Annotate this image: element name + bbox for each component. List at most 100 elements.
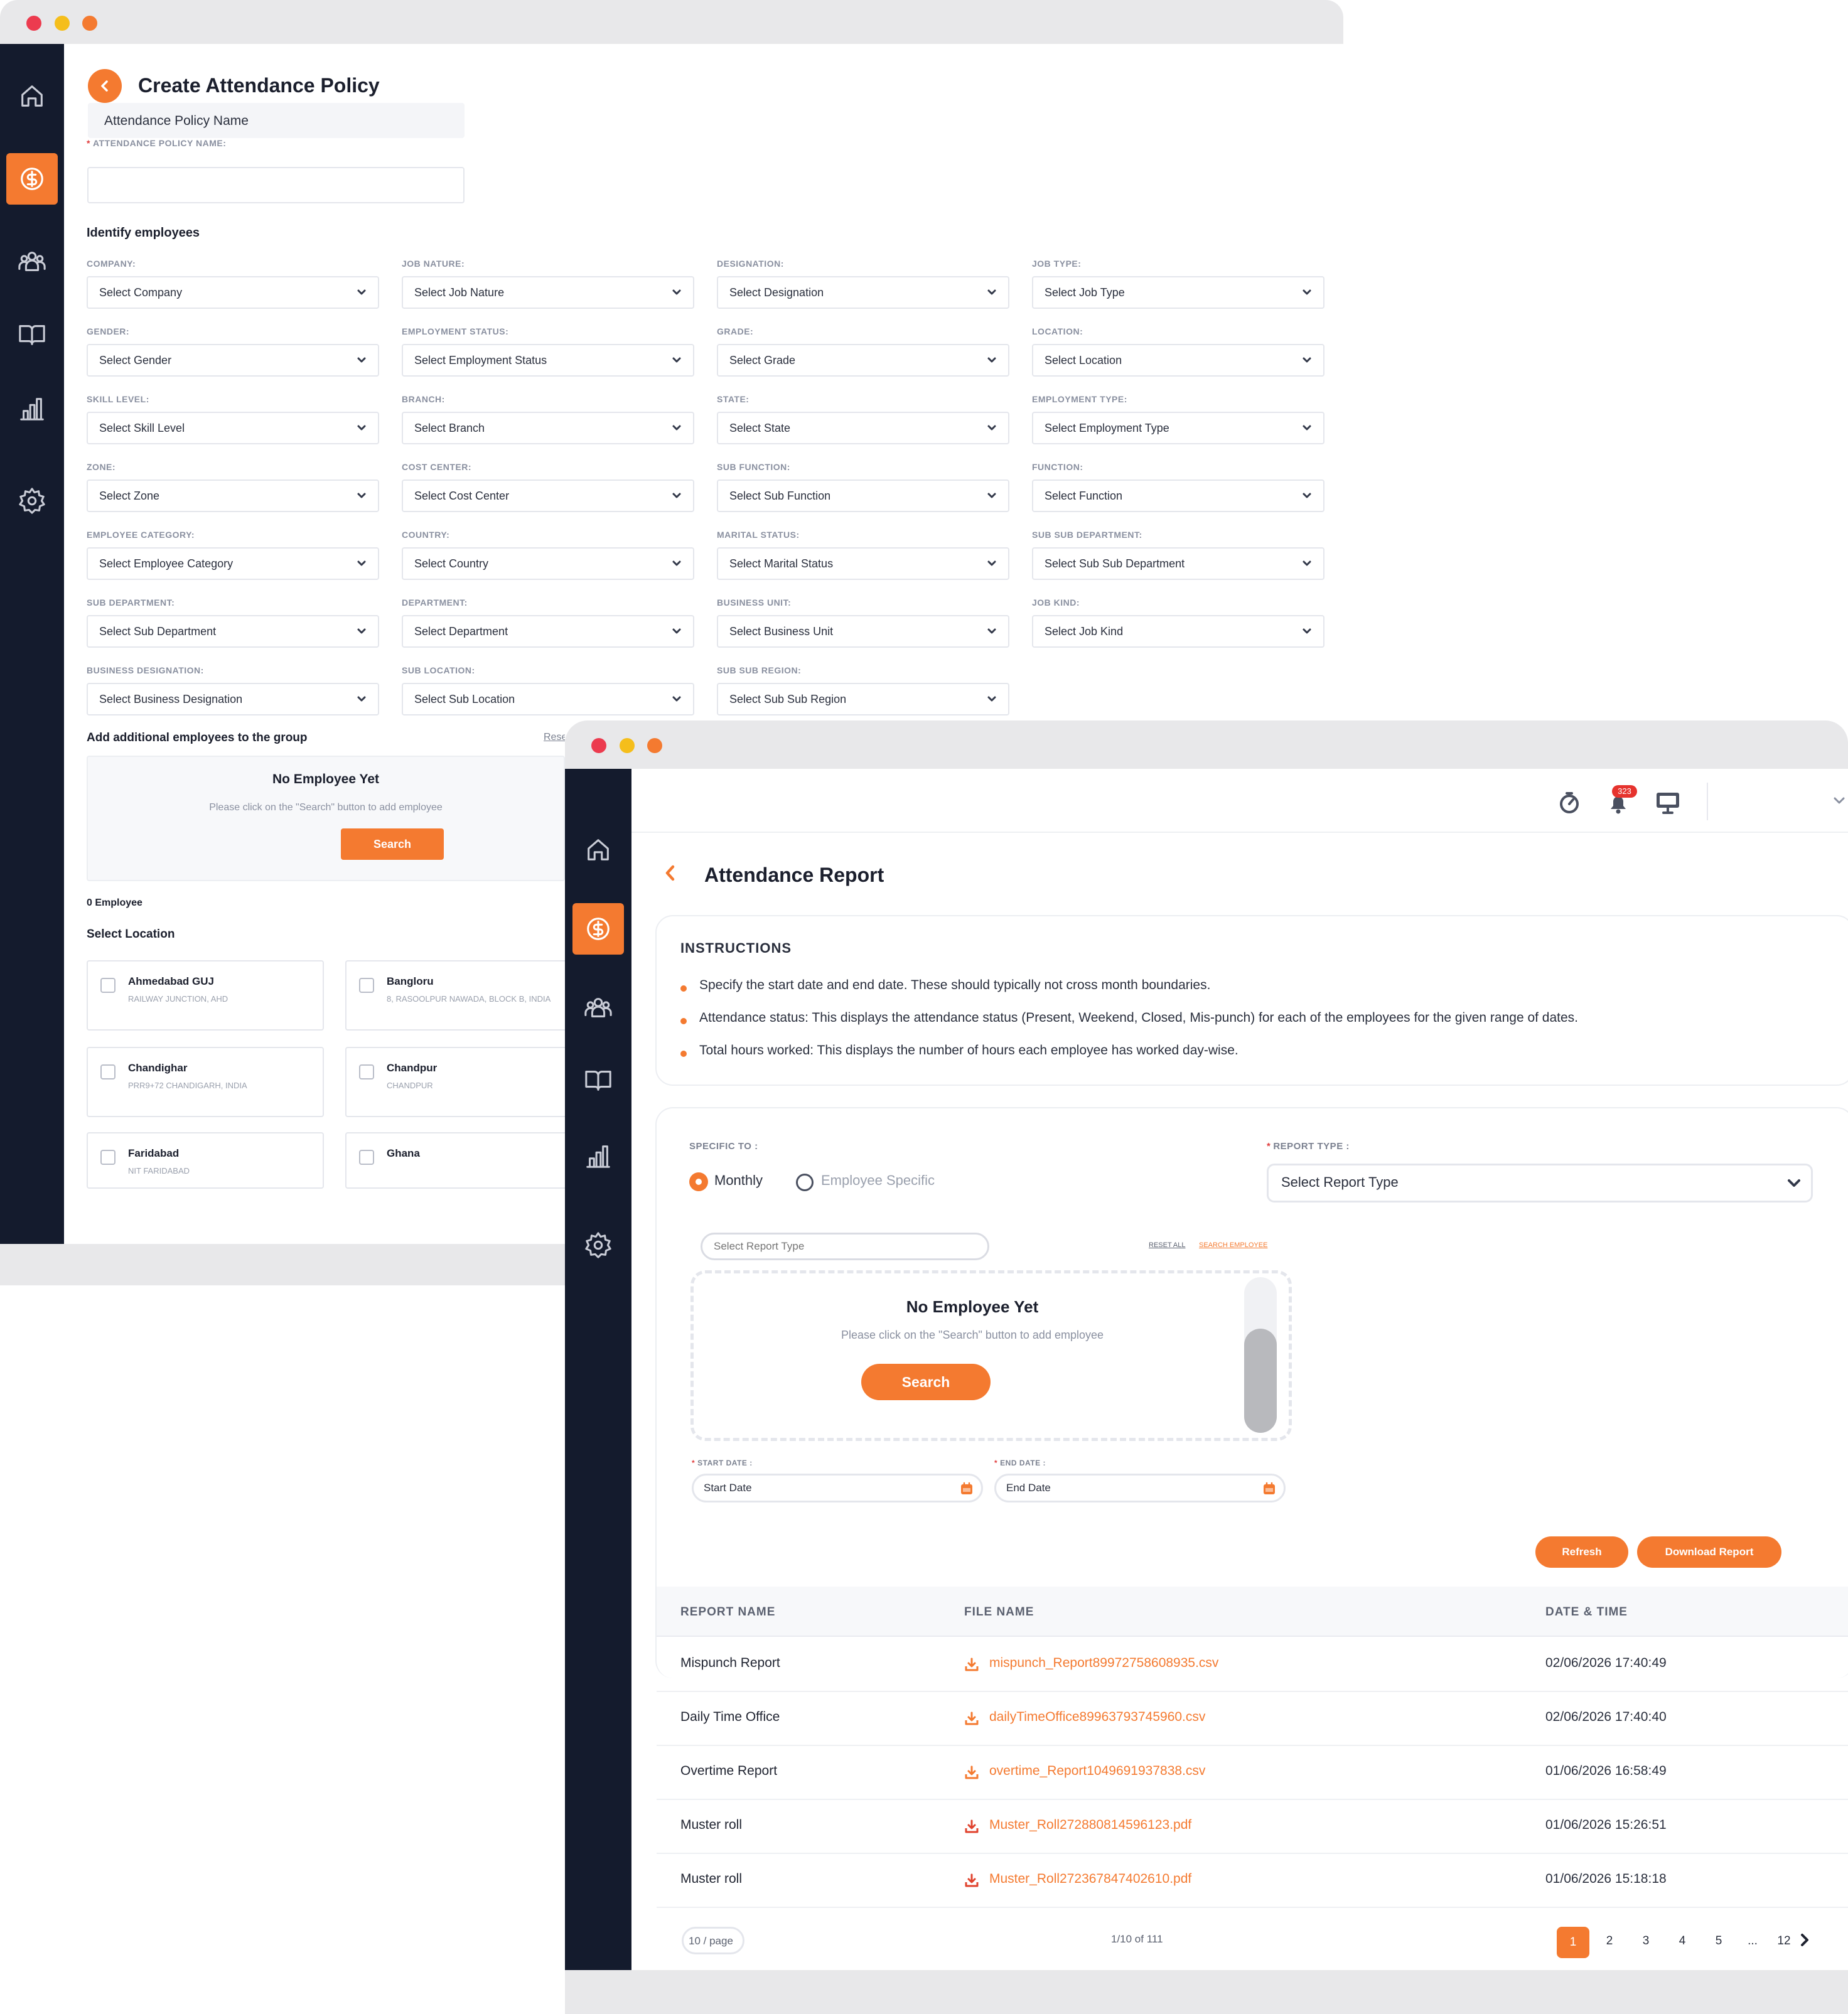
page-number[interactable]: 2 [1597,1934,1622,1948]
policy-name-input[interactable] [87,167,465,203]
sidebar-payroll[interactable] [572,903,624,955]
close-window-dot[interactable] [591,738,606,753]
page-size-select[interactable]: 10 / page [682,1927,744,1954]
search-employee-link[interactable]: SEARCH EMPLOYEE [1199,1241,1267,1249]
location-card[interactable]: Ghana [345,1132,583,1189]
radio-employee-specific-label[interactable]: Employee Specific [821,1172,935,1189]
back-chevron-icon[interactable] [663,864,677,882]
search-button[interactable]: Search [341,828,444,860]
location-checkbox[interactable] [359,1064,374,1079]
filter-select[interactable]: Select Job Type [1032,276,1324,309]
filter-select[interactable]: Select Sub Function [717,479,1009,512]
filter-select[interactable]: Select Zone [87,479,379,512]
scrollbar-thumb[interactable] [1244,1329,1277,1433]
file-name-link[interactable]: Muster_Roll272367847402610.pdf [989,1872,1191,1887]
location-card[interactable]: Ahmedabad GUJ RAILWAY JUNCTION, AHD [87,960,324,1031]
start-date-input[interactable]: Start Date [692,1474,983,1502]
search-button[interactable]: Search [861,1364,991,1400]
file-name-link[interactable]: dailyTimeOffice89963793745960.csv [989,1710,1205,1725]
notifications-button[interactable]: 323 [1606,785,1637,817]
next-page-icon[interactable] [1799,1933,1810,1947]
employee-search-input[interactable] [701,1233,989,1260]
page-number[interactable]: 1 [1557,1927,1589,1958]
location-checkbox[interactable] [100,1064,115,1079]
filter-select[interactable]: Select Sub Department [87,615,379,648]
download-file-icon[interactable] [964,1711,979,1726]
sidebar-team[interactable] [6,236,58,287]
location-card[interactable]: Chandighar PRR9+72 CHANDIGARH, INDIA [87,1047,324,1117]
file-name-link[interactable]: Muster_Roll272880814596123.pdf [989,1818,1191,1833]
sidebar-home[interactable] [6,70,58,122]
timer-icon[interactable] [1557,790,1582,815]
filter-select[interactable]: Select Branch [402,412,694,444]
maximize-window-dot[interactable] [82,16,97,31]
filter-select[interactable]: Select Cost Center [402,479,694,512]
maximize-window-dot[interactable] [647,738,662,753]
calendar-icon[interactable] [960,1482,974,1496]
filter-select[interactable]: Select Country [402,547,694,580]
close-window-dot[interactable] [26,16,41,31]
filter-select[interactable]: Select Location [1032,344,1324,377]
reset-all-link[interactable]: RESET ALL [1149,1241,1186,1249]
download-file-icon[interactable] [964,1657,979,1672]
radio-employee-specific[interactable] [796,1174,814,1191]
report-type-select[interactable]: Select Report Type [1267,1164,1813,1203]
sidebar-settings[interactable] [572,1219,624,1271]
filter-select[interactable]: Select Department [402,615,694,648]
download-file-icon[interactable] [964,1765,979,1780]
filter-select[interactable]: Select Employment Type [1032,412,1324,444]
filter-select[interactable]: Select Business Unit [717,615,1009,648]
location-checkbox[interactable] [100,978,115,993]
download-file-icon[interactable] [964,1873,979,1888]
filter-select[interactable]: Select Skill Level [87,412,379,444]
reset-link[interactable]: Rese [544,732,567,743]
location-card[interactable]: Faridabad NIT FARIDABAD [87,1132,324,1189]
filter-select[interactable]: Select Sub Sub Department [1032,547,1324,580]
filter-select[interactable]: Select Employee Category [87,547,379,580]
filter-select[interactable]: Select Sub Sub Region [717,683,1009,715]
sidebar-analytics[interactable] [572,1130,624,1182]
sidebar-team[interactable] [572,982,624,1034]
page-number[interactable]: 4 [1670,1934,1695,1948]
filter-select[interactable]: Select State [717,412,1009,444]
location-checkbox[interactable] [100,1150,115,1165]
refresh-button[interactable]: Refresh [1535,1536,1628,1568]
sidebar-analytics[interactable] [6,383,58,434]
filter-select[interactable]: Select Sub Location [402,683,694,715]
sidebar-settings[interactable] [6,475,58,527]
download-file-icon[interactable] [964,1819,979,1834]
file-name-link[interactable]: overtime_Report1049691937838.csv [989,1764,1205,1779]
download-report-button[interactable]: Download Report [1637,1536,1781,1568]
filter-select[interactable]: Select Employment Status [402,344,694,377]
file-name-link[interactable]: mispunch_Report89972758608935.csv [989,1656,1218,1671]
page-number[interactable]: 5 [1706,1934,1731,1948]
filter-select[interactable]: Select Job Nature [402,276,694,309]
calendar-icon[interactable] [1262,1482,1276,1496]
radio-monthly-label[interactable]: Monthly [714,1172,763,1189]
location-checkbox[interactable] [359,978,374,993]
end-date-input[interactable]: End Date [994,1474,1286,1502]
monitor-icon[interactable] [1655,790,1681,815]
radio-monthly[interactable] [689,1172,708,1191]
filter-select[interactable]: Select Marital Status [717,547,1009,580]
filter-select[interactable]: Select Company [87,276,379,309]
minimize-window-dot[interactable] [55,16,70,31]
sidebar-learning[interactable] [6,309,58,360]
page-number[interactable]: 3 [1633,1934,1658,1948]
chevron-down-icon[interactable] [1833,796,1845,805]
filter-select[interactable]: Select Gender [87,344,379,377]
filter-select[interactable]: Select Grade [717,344,1009,377]
filter-select[interactable]: Select Function [1032,479,1324,512]
back-button[interactable] [88,69,122,103]
location-card[interactable]: Chandpur CHANDPUR [345,1047,583,1117]
minimize-window-dot[interactable] [620,738,635,753]
sidebar-home[interactable] [572,824,624,876]
filter-select[interactable]: Select Job Kind [1032,615,1324,648]
page-number[interactable]: 12 [1771,1934,1797,1948]
scrollbar-track[interactable] [1244,1277,1277,1433]
location-card[interactable]: Bangloru 8, RASOOLPUR NAWADA, BLOCK B, IN… [345,960,583,1031]
filter-select[interactable]: Select Designation [717,276,1009,309]
sidebar-learning[interactable] [572,1054,624,1106]
filter-select[interactable]: Select Business Designation [87,683,379,715]
location-checkbox[interactable] [359,1150,374,1165]
